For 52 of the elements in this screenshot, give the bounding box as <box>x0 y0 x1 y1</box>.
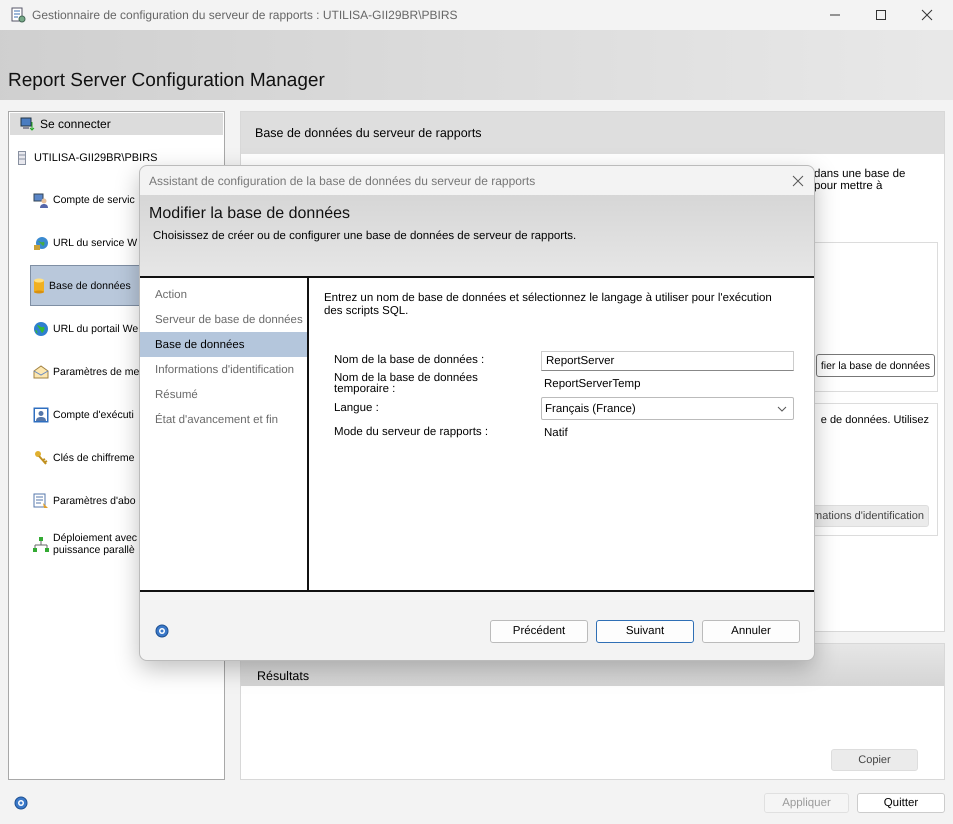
chevron-down-icon <box>777 406 787 412</box>
field-label: Nom de la base de données temporaire : <box>334 373 479 395</box>
field-value: ReportServerTemp <box>543 378 642 390</box>
field-value: Natif <box>543 426 569 438</box>
quit-button[interactable]: Quitter <box>857 792 945 812</box>
maximize-icon[interactable] <box>875 9 887 21</box>
previous-button[interactable]: Précédent <box>490 620 588 642</box>
close-icon[interactable] <box>792 174 804 186</box>
globe-icon <box>33 320 49 336</box>
language-dropdown[interactable]: Français (France) <box>541 397 794 420</box>
step-item[interactable]: Serveur de base de données <box>140 307 307 332</box>
dialog-subheading: Choisissez de créer ou de configurer une base de données de serveur de rapports. <box>152 230 578 242</box>
sidebar-item[interactable]: Déploiement avec puissance parallè <box>30 523 224 564</box>
globe-icon <box>33 234 49 250</box>
copy-button[interactable]: Copier <box>831 749 918 771</box>
database-icon <box>33 278 45 294</box>
user-computer-icon <box>33 192 49 208</box>
keys-icon <box>33 450 49 466</box>
user-icon <box>33 406 49 422</box>
network-icon <box>33 536 49 552</box>
results-title: Résultats <box>257 669 310 683</box>
server-name: UTILISA-GII29BR\PBIRS <box>34 152 158 164</box>
window-title: Gestionnaire de configuration du serveur de rapports : UTILISA-GII29BR\PBIRS <box>32 8 458 22</box>
next-button[interactable]: Suivant <box>596 620 694 642</box>
field-label: Langue : <box>334 401 380 416</box>
panel-title: Base de données du serveur de rapports <box>255 126 482 140</box>
document-icon <box>33 492 49 508</box>
field-label: Nom de la base de données : <box>334 353 486 368</box>
instructions-text: Entrez un nom de base de données et sélectionnez le langage à utiliser pour l'exécution des scripts SQL. <box>324 292 773 318</box>
help-icon[interactable] <box>14 796 28 810</box>
close-icon[interactable] <box>921 9 933 21</box>
envelope-icon <box>33 364 49 380</box>
sidebar-item[interactable]: Paramètres d'abo <box>30 480 224 521</box>
database-name-field[interactable]: ReportServer <box>541 350 794 370</box>
app-title: Report Server Configuration Manager <box>8 70 325 92</box>
server-icon <box>18 151 26 165</box>
field-label: Mode du serveur de rapports : <box>334 425 490 440</box>
step-item[interactable]: Informations d'identification <box>140 357 307 382</box>
modify-database-button[interactable]: fier la base de données <box>816 354 935 377</box>
intro-text: dans une base de pour mettre à <box>814 168 906 194</box>
help-icon[interactable] <box>155 624 169 638</box>
dialog-title: Assistant de configuration de la base de données du serveur de rapports <box>149 174 536 188</box>
step-item[interactable]: État d'avancement et fin <box>140 407 307 432</box>
step-item[interactable]: Résumé <box>140 382 307 407</box>
sidebar-item[interactable]: Clés de chiffreme <box>30 437 224 478</box>
credentials-text: e de données. Utilisez <box>820 414 929 426</box>
connect-button[interactable]: Se connecter <box>10 113 223 135</box>
cancel-button[interactable]: Annuler <box>702 620 800 642</box>
computer-icon <box>20 116 36 132</box>
dialog-heading: Modifier la base de données <box>149 205 352 223</box>
step-item[interactable]: Base de données <box>140 332 307 357</box>
app-icon <box>10 7 26 23</box>
